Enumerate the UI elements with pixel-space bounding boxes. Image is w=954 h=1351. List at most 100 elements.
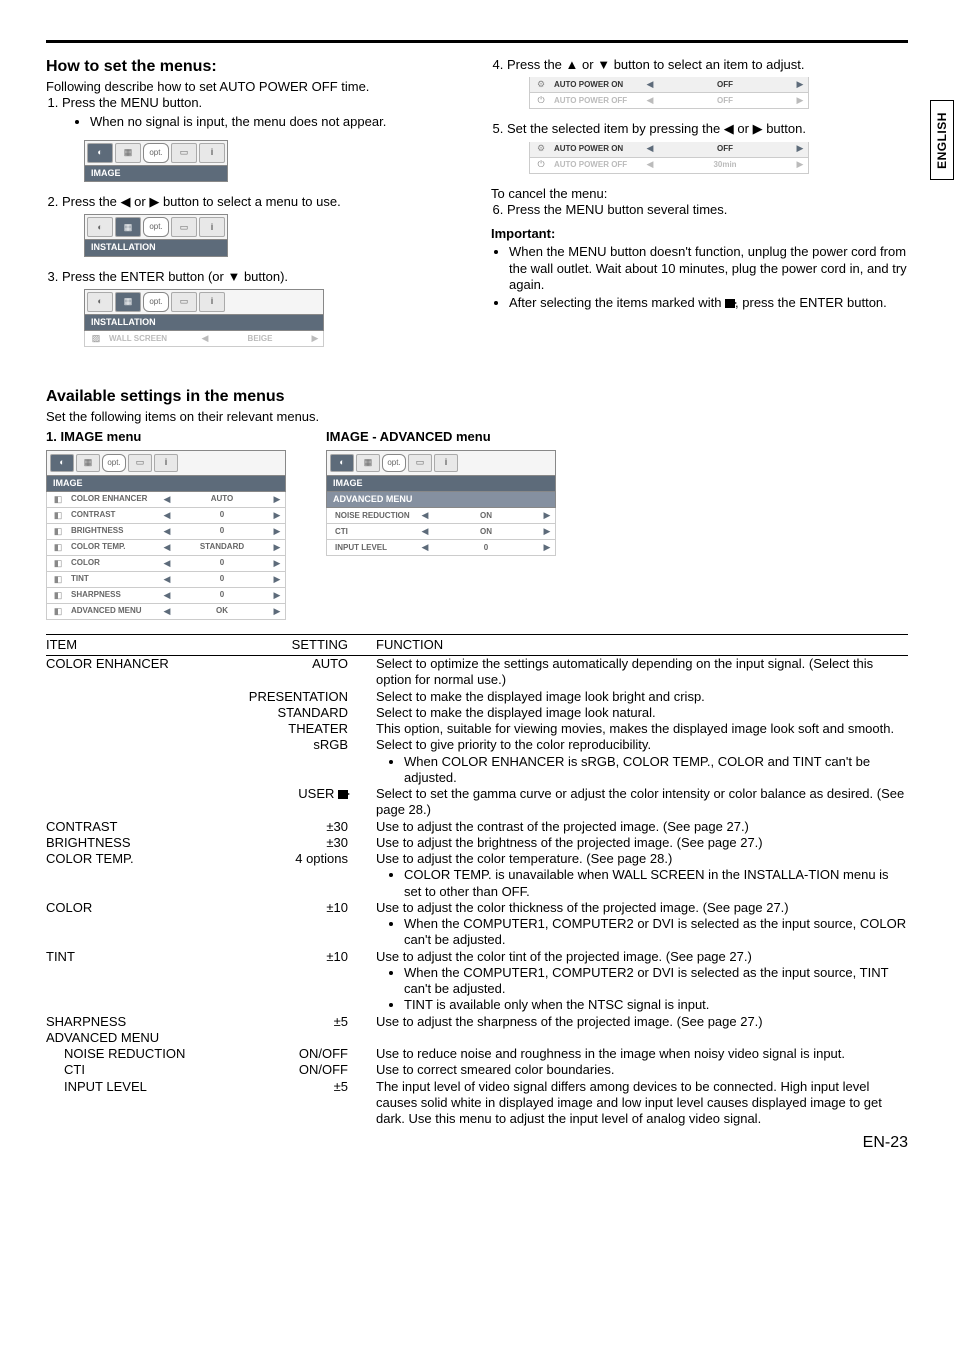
fig4-row2-val: OFF [658, 96, 792, 106]
fig3-row-label: WALL SCREEN [107, 334, 197, 344]
tab-icon-info: i [199, 143, 225, 163]
settings-row: When the COMPUTER1, COMPUTER2 or DVI is … [46, 965, 908, 998]
triangle-left-icon: ◀ [417, 526, 433, 537]
cell-setting: ±5 [226, 1014, 376, 1030]
adv-menu-row: NOISE REDUCTION◀ON▶ [326, 508, 556, 524]
func-text: Use to correct smeared color boundaries. [376, 1062, 614, 1077]
triangle-right-icon: ▶ [269, 558, 285, 569]
step1-text: Press the MENU button. [62, 95, 202, 110]
row-icon: ▨ [85, 333, 107, 344]
triangle-right-icon: ▶ [539, 542, 555, 553]
cell-setting: 4 options [226, 851, 376, 867]
menu-fig1-title: IMAGE [84, 166, 228, 182]
cell-item [46, 737, 226, 753]
row-val: 0 [175, 526, 269, 536]
step2-c: button to select a menu to use. [159, 194, 340, 209]
cell-function: When the COMPUTER1, COMPUTER2 or DVI is … [376, 916, 908, 949]
adv-menu-title: IMAGE [326, 476, 556, 492]
tab-icon-info: i [434, 454, 458, 472]
tab-icon: ▦ [76, 454, 100, 472]
howto-steps-right: Press the or button to select an item to… [491, 57, 908, 182]
cell-setting [226, 965, 376, 998]
step4-c: button to select an item to adjust. [610, 57, 804, 72]
step4-a: Press the [507, 57, 566, 72]
settings-row: CTION/OFFUse to correct smeared color bo… [46, 1062, 908, 1078]
adv-menu-row: CTI◀ON▶ [326, 524, 556, 540]
tab-icon: ◐ [87, 143, 113, 163]
triangle-right-icon: ▶ [269, 590, 285, 601]
triangle-left-icon: ◀ [159, 494, 175, 505]
triangle-left-icon: ◀ [159, 526, 175, 537]
triangle-right-icon: ▶ [269, 494, 285, 505]
cell-function [376, 1030, 908, 1046]
tab-icon: ▭ [171, 143, 197, 163]
row-val: 0 [175, 590, 269, 600]
row-icon: ◧ [47, 510, 69, 521]
image-menu-row: ◧BRIGHTNESS◀0▶ [46, 524, 286, 540]
cell-item [46, 721, 226, 737]
triangle-down-icon [597, 57, 610, 72]
triangle-right-icon: ▶ [269, 542, 285, 553]
cell-item [46, 786, 226, 819]
important-2: After selecting the items marked with , … [509, 295, 908, 311]
row-icon: ◧ [47, 494, 69, 505]
tab-icon: ▭ [408, 454, 432, 472]
cell-function: Select to make the displayed image look … [376, 689, 908, 705]
settings-row: USER Select to set the gamma curve or ad… [46, 786, 908, 819]
cell-setting [226, 997, 376, 1013]
step2-b: or [131, 194, 150, 209]
func-bullet: When the COMPUTER1, COMPUTER2 or DVI is … [404, 965, 908, 998]
cell-function: Select to optimize the settings automati… [376, 656, 908, 689]
settings-row: INPUT LEVEL±5The input level of video si… [46, 1079, 908, 1128]
menu-fig-2: ◐ ▦ opt. ▭ i INSTALLATION [84, 214, 228, 256]
tab-icon-opt: opt. [143, 292, 169, 312]
func-text: Select to make the displayed image look … [376, 689, 705, 704]
tab-icon-info: i [154, 454, 178, 472]
tab-icon: ◐ [330, 454, 354, 472]
row-label: COLOR TEMP. [69, 542, 159, 552]
settings-row: THEATERThis option, suitable for viewing… [46, 721, 908, 737]
tab-icon-opt: opt. [143, 143, 169, 163]
image-menu-row: ◧SHARPNESS◀0▶ [46, 588, 286, 604]
row-icon: ◧ [47, 542, 69, 553]
triangle-left-icon: ◀ [159, 590, 175, 601]
cell-function: Use to adjust the sharpness of the proje… [376, 1014, 908, 1030]
cell-setting: STANDARD [226, 705, 376, 721]
triangle-right-icon: ▶ [539, 526, 555, 537]
triangle-left-icon: ◀ [159, 574, 175, 585]
func-text: Use to adjust the color tint of the proj… [376, 949, 752, 964]
step5-a: Set the selected item by pressing the [507, 121, 724, 136]
step1-bullet: When no signal is input, the menu does n… [90, 114, 463, 130]
triangle-up-icon [566, 57, 579, 72]
settings-row: BRIGHTNESS±30Use to adjust the brightnes… [46, 835, 908, 851]
cell-function: TINT is available only when the NTSC sig… [376, 997, 908, 1013]
triangle-left-icon: ◀ [642, 159, 658, 170]
cell-setting [226, 754, 376, 787]
triangle-left-icon: ◀ [642, 143, 658, 154]
language-tab-text: ENGLISH [935, 112, 950, 169]
cell-item: COLOR TEMP. [46, 851, 226, 867]
row-val: 0 [433, 543, 539, 553]
func-text: Use to adjust the color temperature. (Se… [376, 851, 672, 866]
menu-fig-3: ◐ ▦ opt. ▭ i INSTALLATION ▨ WALL SCREEN … [84, 289, 324, 347]
triangle-left-icon [724, 121, 734, 136]
settings-row: COLOR TEMP. is unavailable when WALL SCR… [46, 867, 908, 900]
adv-menu-box: ◐ ▦ opt. ▭ i IMAGE ADVANCED MENU NOISE R… [326, 450, 556, 557]
cell-function: This option, suitable for viewing movies… [376, 721, 908, 737]
step2-a: Press the [62, 194, 121, 209]
cancel-title: To cancel the menu: [491, 186, 908, 202]
step3-b: button). [240, 269, 288, 284]
avail-title: Available settings in the menus [46, 387, 908, 407]
language-tab: ENGLISH [930, 100, 954, 180]
tab-icon-info: i [199, 217, 225, 237]
triangle-right-icon: ▶ [307, 333, 323, 344]
important-2a: After selecting the items marked with [509, 295, 725, 310]
row-val: 0 [175, 558, 269, 568]
func-bullet: When COLOR ENHANCER is sRGB, COLOR TEMP.… [404, 754, 908, 787]
important-2b: , press the ENTER button. [735, 295, 887, 310]
fig4-row1-val: OFF [658, 80, 792, 90]
triangle-down-icon [227, 269, 240, 284]
settings-row: TINT is available only when the NTSC sig… [46, 997, 908, 1013]
func-text: Use to adjust the color thickness of the… [376, 900, 789, 915]
triangle-right-icon: ▶ [269, 606, 285, 617]
